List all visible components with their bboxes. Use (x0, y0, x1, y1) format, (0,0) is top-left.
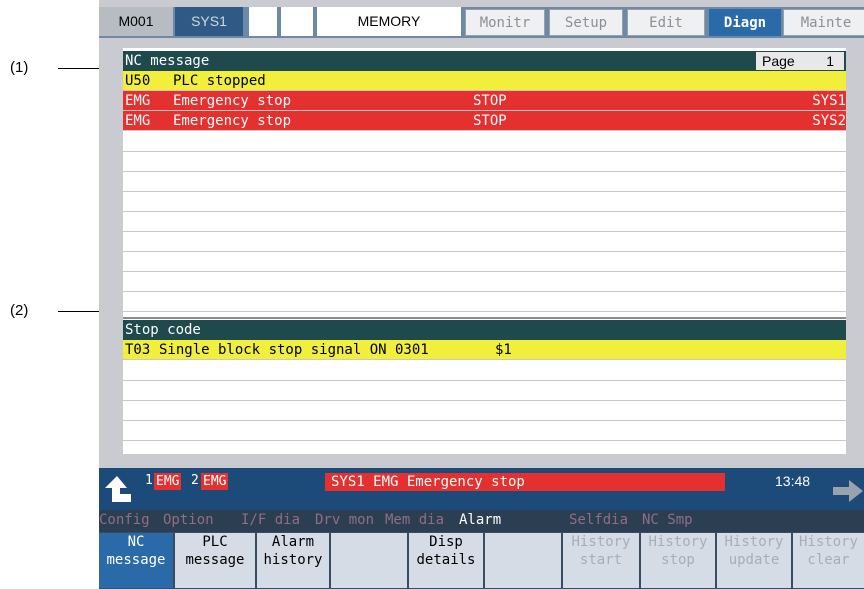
stop-code-header: Stop code (123, 320, 846, 340)
softkey-empty-6[interactable] (485, 533, 561, 588)
page-number: 1 (826, 53, 834, 69)
softkey-line1: Alarm (271, 534, 315, 550)
page-indicator: Page 1 (756, 52, 844, 70)
message-code: U50 (125, 73, 151, 89)
softkey-line2: update (728, 552, 780, 568)
menu-group-mem-dia[interactable]: Mem dia (385, 512, 444, 528)
empty-row-line (123, 191, 846, 192)
stop-code-system: $1 (495, 342, 512, 358)
message-text: PLC stopped (173, 73, 266, 89)
stop-code-row[interactable]: T03 Single block stop signal ON 0301 $1 (123, 340, 846, 360)
menu-group-option[interactable]: Option (163, 512, 214, 528)
softkey-nc-message[interactable]: NC message (99, 533, 173, 588)
menu-group-row: Config Option I/F dia Drv mon Mem dia Al… (99, 510, 864, 532)
blank-cell-2 (281, 7, 313, 36)
softkey-line1: NC (127, 534, 145, 550)
empty-row-line (123, 151, 846, 152)
softkey-disp-details[interactable]: Disp details (409, 533, 483, 588)
softkey-line2: stop (661, 552, 695, 568)
message-code: EMG (125, 93, 151, 109)
tab-mainte[interactable]: Mainte (783, 9, 864, 36)
softkey-history-clear[interactable]: History clear (793, 533, 864, 588)
softkey-bar: NC message PLC message Alarm history Dis… (99, 532, 864, 589)
nc-message-row[interactable]: U50 PLC stopped (123, 71, 846, 91)
menu-group-drv-mon[interactable]: Drv mon (315, 512, 374, 528)
forward-arrow-icon[interactable] (831, 478, 864, 504)
callout-label-2: (2) (10, 302, 29, 319)
menu-group-if-dia[interactable]: I/F dia (241, 512, 300, 528)
empty-row-line (123, 251, 846, 252)
message-code: EMG (125, 113, 151, 129)
empty-row-line (123, 380, 846, 381)
softkey-empty-4[interactable] (331, 533, 407, 588)
menu-group-selfdia[interactable]: Selfdia (569, 512, 628, 528)
alarm-message-bar: SYS1 EMG Emergency stop (325, 473, 725, 491)
empty-row-line (123, 231, 846, 232)
softkey-line1: History (724, 534, 784, 550)
menu-group-nc-smp[interactable]: NC Smp (642, 512, 693, 528)
tab-edit[interactable]: Edit (627, 9, 705, 36)
message-text: Emergency stop (173, 93, 292, 109)
system1-number: 1 (145, 473, 153, 488)
stop-code: T03 (125, 342, 151, 358)
empty-row-line (123, 171, 846, 172)
softkey-line1: History (571, 534, 631, 550)
menu-group-alarm[interactable]: Alarm (459, 512, 501, 528)
tab-diagn[interactable]: Diagn (709, 9, 781, 36)
softkey-line2: details (416, 552, 476, 568)
softkey-plc-message[interactable]: PLC message (175, 533, 255, 588)
stop-code-text: Single block stop signal ON 0301 (159, 342, 429, 358)
program-number: M001 (99, 7, 173, 36)
status-bar: 1 EMG 2 EMG SYS1 EMG Emergency stop 13:4… (99, 468, 864, 510)
softkey-alarm-history[interactable]: Alarm history (257, 533, 329, 588)
message-state: STOP (473, 113, 507, 129)
softkey-history-start[interactable]: History start (563, 533, 639, 588)
section-divider (123, 317, 846, 319)
softkey-line1: History (798, 534, 858, 550)
message-system: SYS1 (812, 93, 846, 109)
nc-message-header: NC message Page 1 (123, 51, 846, 71)
system2-number: 2 (191, 473, 199, 488)
message-state: STOP (473, 93, 507, 109)
tab-monitr[interactable]: Monitr (465, 9, 545, 36)
softkey-line2: history (263, 552, 323, 568)
nc-message-row[interactable]: EMG Emergency stop STOP SYS2 (123, 111, 846, 131)
system-indicator[interactable]: SYS1 (175, 7, 243, 36)
softkey-line2: clear (807, 552, 850, 568)
page-label: Page (762, 53, 795, 69)
softkey-line1: History (648, 534, 708, 550)
softkey-line2: message (106, 552, 166, 568)
softkey-line1: Disp (429, 534, 463, 550)
nc-message-row[interactable]: EMG Emergency stop STOP SYS1 (123, 91, 846, 111)
cnc-screen: M001 SYS1 MEMORY Monitr Setup Edit Diagn… (99, 0, 864, 589)
alarm-message-text: SYS1 EMG Emergency stop (331, 474, 525, 490)
message-system: SYS2 (812, 113, 846, 129)
empty-row-line (123, 440, 846, 441)
empty-row-line (123, 311, 846, 312)
back-arrow-icon[interactable] (103, 474, 133, 506)
softkey-history-update[interactable]: History update (717, 533, 791, 588)
empty-row-line (123, 291, 846, 292)
nc-message-title: NC message (125, 53, 210, 69)
menu-group-config[interactable]: Config (99, 512, 150, 528)
system2-emg-badge: EMG (201, 473, 229, 490)
empty-row-line (123, 420, 846, 421)
callout-label-1: (1) (10, 59, 29, 76)
alarm-panel: NC message Page 1 U50 PLC stopped EMG Em… (123, 48, 846, 454)
top-bar: M001 SYS1 MEMORY Monitr Setup Edit Diagn… (99, 7, 864, 38)
softkey-line1: PLC (202, 534, 228, 550)
system1-emg-badge: EMG (154, 473, 182, 490)
empty-row-line (123, 211, 846, 212)
tab-setup[interactable]: Setup (549, 9, 623, 36)
clock-time: 13:48 (775, 473, 811, 489)
stop-code-title: Stop code (125, 322, 201, 338)
operation-mode: MEMORY (317, 7, 461, 36)
empty-row-line (123, 400, 846, 401)
softkey-line2: message (185, 552, 245, 568)
softkey-line2: start (579, 552, 623, 568)
blank-cell-1 (249, 7, 277, 36)
softkey-history-stop[interactable]: History stop (641, 533, 715, 588)
empty-row-line (123, 271, 846, 272)
message-text: Emergency stop (173, 113, 292, 129)
